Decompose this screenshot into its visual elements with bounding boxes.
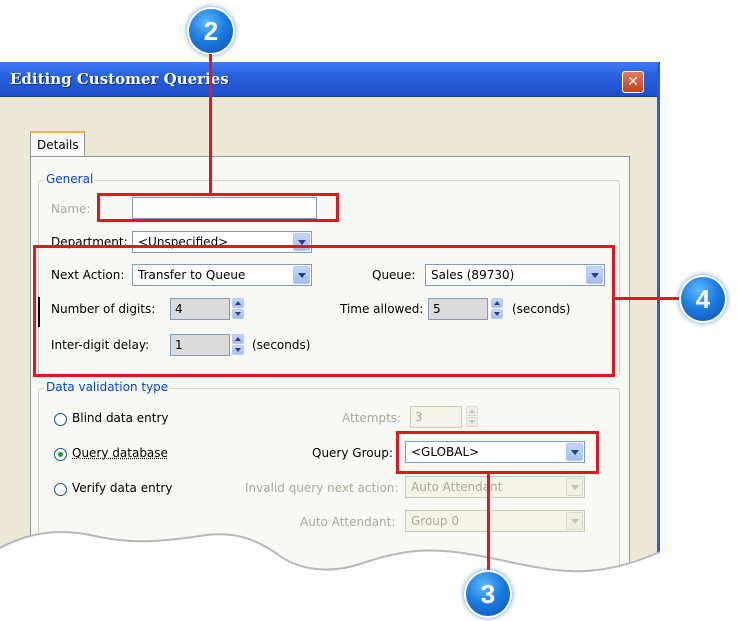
blind-data-entry-radio[interactable]: [54, 413, 67, 426]
data-validation-legend: Data validation type: [44, 380, 171, 394]
window-title: Editing Customer Queries: [10, 70, 229, 88]
callout-box-query-group: [396, 431, 599, 474]
callout-badge-3: 3: [466, 572, 510, 616]
callout-line-2: [209, 54, 212, 195]
spin-up-icon[interactable]: [466, 406, 478, 416]
query-group-label: Query Group:: [312, 446, 393, 460]
callout-box-name: [97, 193, 339, 222]
tab-details[interactable]: Details: [30, 131, 85, 157]
attempts-field[interactable]: 3: [410, 406, 462, 428]
name-label: Name:: [51, 202, 91, 216]
close-button[interactable]: ✕: [622, 71, 644, 93]
callout-line-4: [615, 297, 681, 300]
title-bar[interactable]: Editing Customer Queries ✕: [0, 62, 657, 97]
callout-box-general: [33, 245, 615, 377]
close-icon: ✕: [627, 74, 639, 90]
attempts-spinner[interactable]: [466, 406, 478, 428]
callout-line-3: [487, 474, 490, 574]
callout-badge-4: 4: [681, 277, 725, 321]
callout-badge-2: 2: [189, 9, 233, 53]
tab-details-label: Details: [37, 138, 79, 152]
spin-down-icon[interactable]: [466, 417, 478, 427]
query-database-label[interactable]: Query database: [72, 446, 168, 460]
general-legend: General: [44, 172, 96, 186]
blind-data-entry-label[interactable]: Blind data entry: [72, 411, 169, 425]
torn-edge-mask: [0, 500, 737, 621]
attempts-label: Attempts:: [342, 411, 402, 425]
query-database-radio[interactable]: [54, 448, 67, 461]
